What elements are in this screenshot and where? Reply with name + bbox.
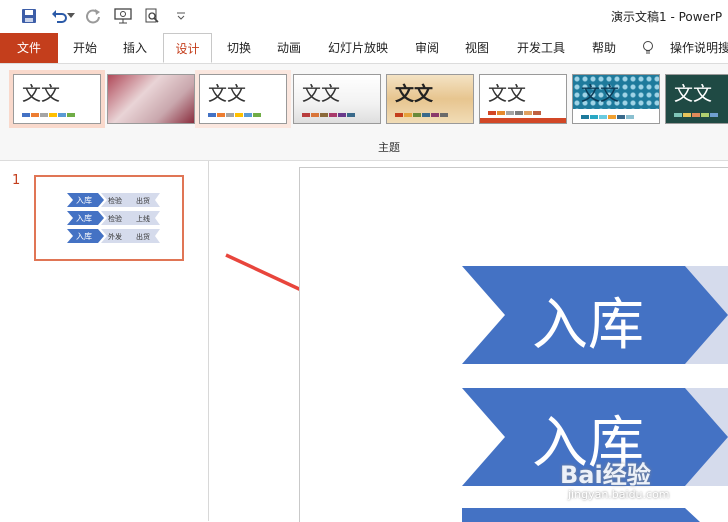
slides-panel: 1 入库 检验 出货 入库 检验 上线 入库 外发 出货 [0,161,209,521]
tab-view[interactable]: 视图 [454,33,500,63]
slide-chevrons [462,266,728,522]
slide-editor[interactable]: 入库 入库 [299,167,728,522]
theme-retrospect[interactable]: 文文 [479,74,567,124]
thumb-row-1-head: 入库 [76,195,92,205]
theme-pattern[interactable]: 文文 [572,74,660,124]
ribbon-tabs: 文件 开始 插入 设计 切换 动画 幻灯片放映 审阅 视图 开发工具 帮助 操作… [0,33,728,64]
chevron-primary-3 [462,508,700,522]
thumb-row-3-head: 入库 [76,231,92,241]
thumb-row-3-b: 出货 [136,232,150,241]
theme-accent-bar [480,118,566,123]
theme-floral[interactable] [107,74,195,124]
theme-dark-green[interactable]: 文文 [665,74,728,124]
save-icon[interactable] [19,6,39,26]
tab-help[interactable]: 帮助 [582,33,626,63]
slide-number: 1 [12,173,21,188]
slide-row-1-head: 入库 [532,293,644,358]
theme-sample-text: 文文 [674,83,713,105]
tab-design[interactable]: 设计 [163,33,212,63]
watermark-url: jingyan.baidu.com [568,488,670,501]
tell-me-search[interactable]: 操作说明搜 [670,33,728,63]
lightbulb-icon [640,33,656,63]
theme-office[interactable]: 文文 [13,74,101,124]
theme-sample-text: 文文 [488,83,527,105]
redo-icon[interactable] [83,6,103,26]
thumb-row-2: 入库 检验 上线 [67,211,160,225]
ribbon-design-panel: 文文 文文 文文 文文 文文 文文 文文 主题 [0,64,728,161]
tab-slide-show[interactable]: 幻灯片放映 [318,33,398,63]
tab-file[interactable]: 文件 [0,33,58,63]
thumb-row-2-head: 入库 [76,213,92,223]
theme-facet[interactable]: 文文 [293,74,381,124]
tab-insert[interactable]: 插入 [112,33,158,63]
theme-sample-text: 文文 [302,83,341,105]
theme-sample-text: 文文 [581,83,620,105]
window-title: 演示文稿1 - PowerP [611,10,723,24]
group-label-themes: 主题 [378,141,400,154]
print-preview-icon[interactable] [142,6,162,26]
slide-thumbnail[interactable]: 入库 检验 出货 入库 检验 上线 入库 外发 出货 [34,175,184,261]
tab-home[interactable]: 开始 [62,33,108,63]
theme-sample-text: 文文 [208,83,247,105]
undo-dropdown-icon[interactable] [66,6,76,26]
tab-review[interactable]: 审阅 [404,33,450,63]
thumb-row-1: 入库 检验 出货 [67,193,160,207]
thumb-row-1-a: 检验 [108,196,122,205]
thumb-row-3: 入库 外发 出货 [67,229,160,243]
present-from-beginning-icon[interactable] [113,6,133,26]
quick-access-toolbar: 演示文稿1 - PowerP [0,0,728,33]
theme-sample-text: 文文 [22,83,61,105]
theme-sample-text: 文文 [395,83,434,105]
tab-animations[interactable]: 动画 [266,33,312,63]
tab-transitions[interactable]: 切换 [216,33,262,63]
thumb-row-2-b: 上线 [136,214,150,223]
thumb-row-3-a: 外发 [108,232,122,241]
tab-developer[interactable]: 开发工具 [508,33,574,63]
thumb-row-1-b: 出货 [136,196,150,205]
customize-toolbar-icon[interactable] [171,6,191,26]
watermark-logo: Bai经验 [560,461,651,489]
theme-office-2[interactable]: 文文 [199,74,287,124]
theme-ion[interactable]: 文文 [386,74,474,124]
thumb-row-2-a: 检验 [108,214,122,223]
